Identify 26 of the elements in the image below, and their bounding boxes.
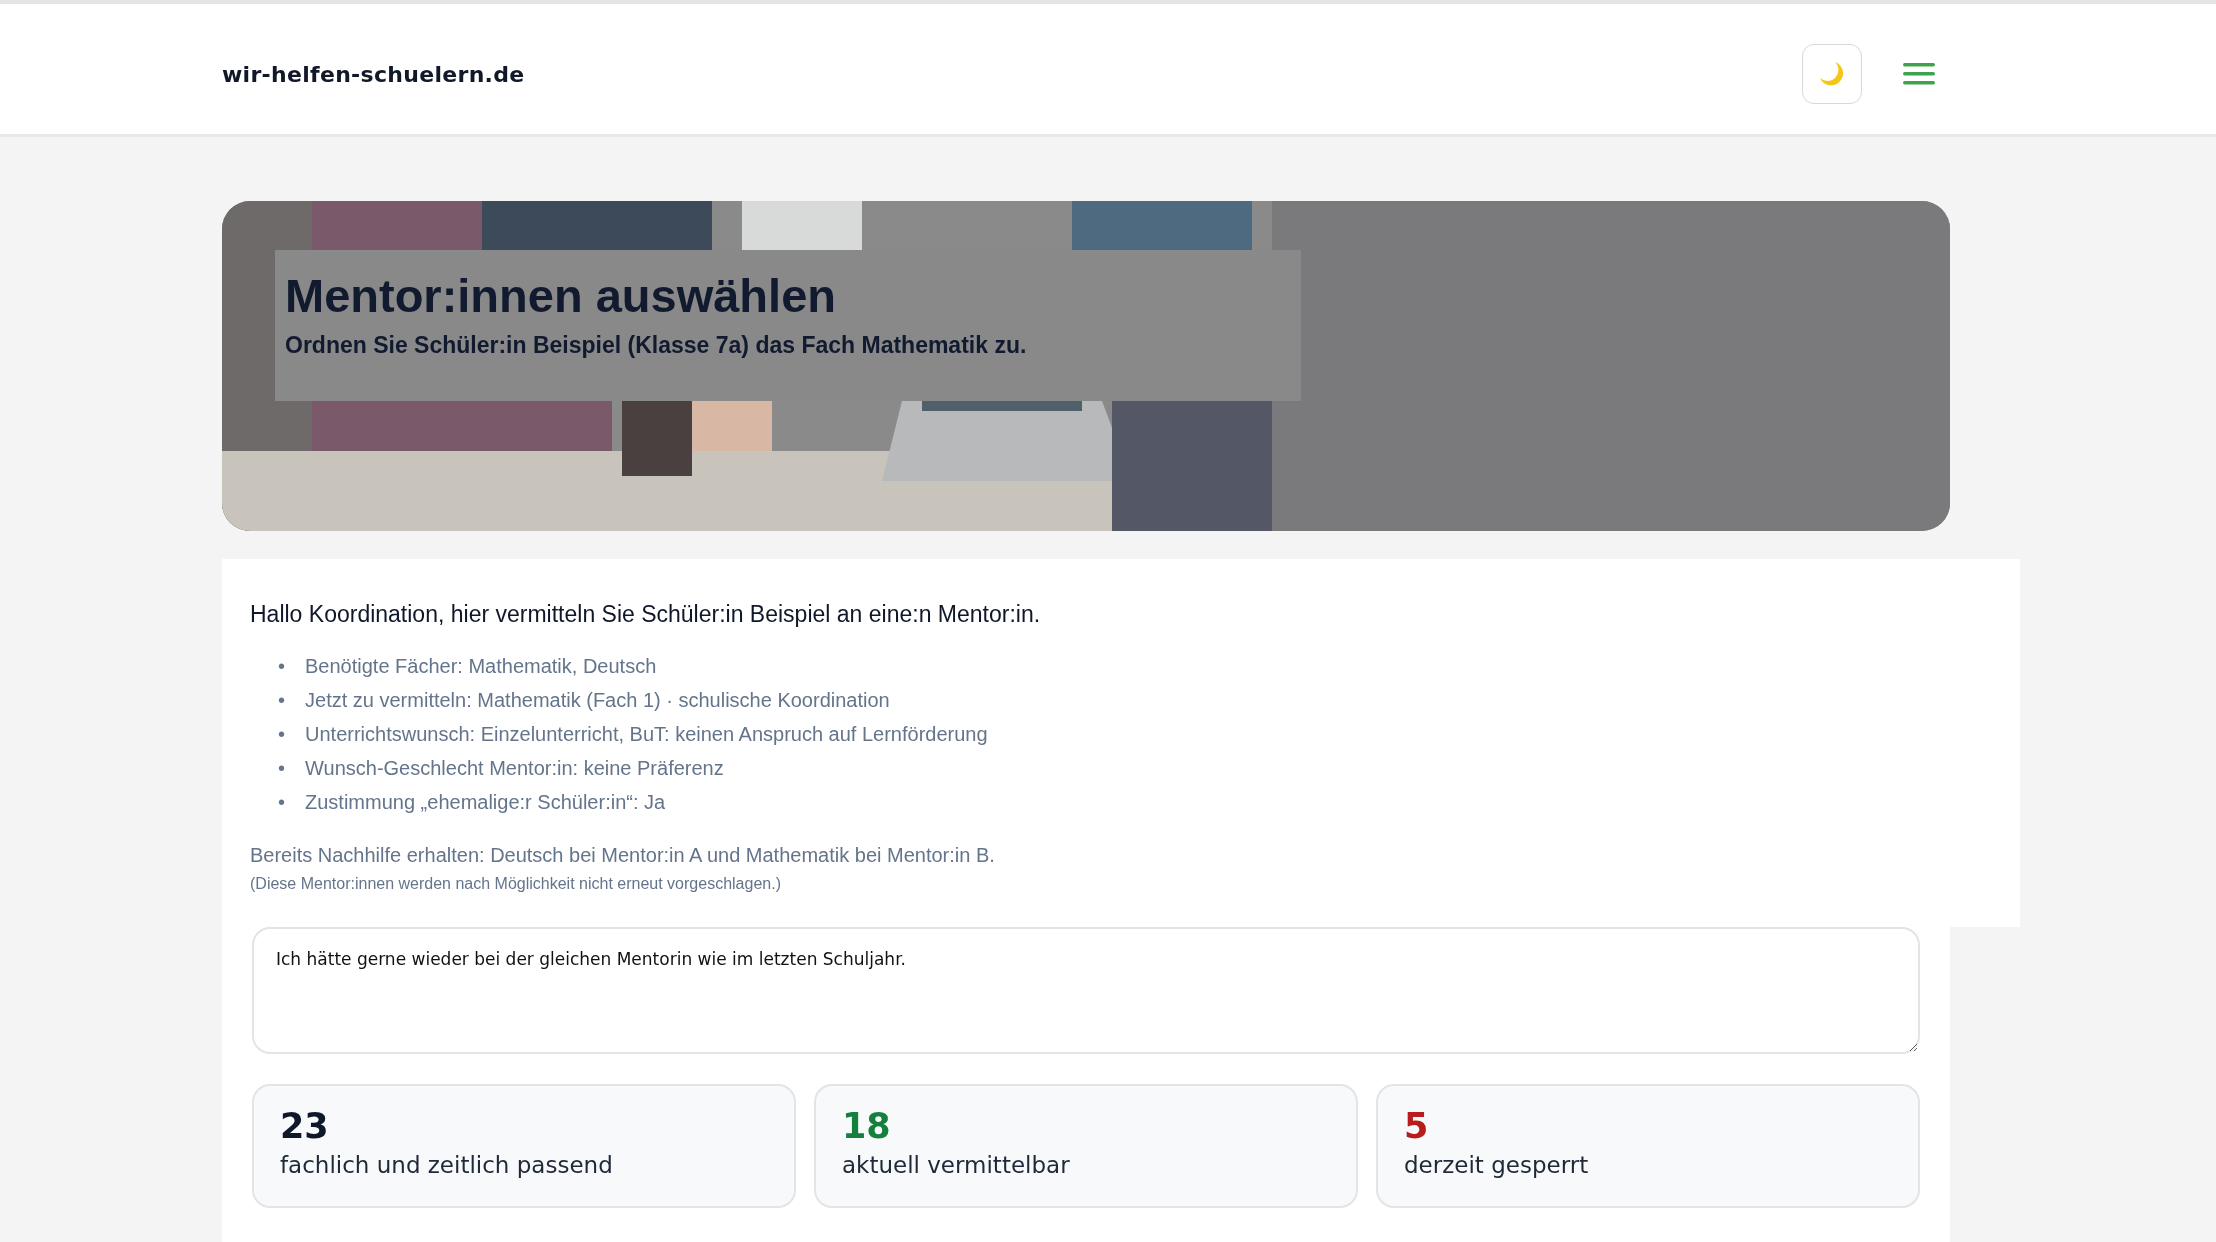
bullet-icon: • <box>278 654 285 678</box>
stat-value: 23 <box>280 1106 329 1146</box>
stat-label: fachlich und zeitlich passend <box>280 1152 613 1178</box>
menu-button[interactable] <box>1902 61 1936 87</box>
stat-value: 5 <box>1404 1106 1429 1146</box>
detail-item: Jetzt zu vermitteln: Mathematik (Fach 1) · schulische Koordination <box>305 688 890 712</box>
wish-textarea[interactable]: Ich hätte gerne wieder bei der gleichen Mentorin wie im letzten Schuljahr. <box>252 927 1920 1054</box>
bullet-icon: • <box>278 688 285 712</box>
stat-label: derzeit gesperrt <box>1404 1152 1589 1178</box>
stat-value: 18 <box>842 1106 891 1146</box>
previous-tutoring-text: Bereits Nachhilfe erhalten: Deutsch bei Mentor:in A und Mathematik bei Mentor:in B. <box>250 844 996 867</box>
detail-item: Unterrichtswunsch: Einzelunterricht, BuT: keinen Anspruch auf Lernförderung <box>305 722 988 746</box>
stat-label: aktuell vermittelbar <box>842 1152 1070 1178</box>
hint-text: (Diese Mentor:innen werden nach Möglichkeit nicht erneut vorgeschlagen.) <box>250 875 782 893</box>
page-title: Mentor:innen auswählen <box>285 268 837 324</box>
greeting-text: Hallo Koordination, hier vermitteln Sie Schüler:in Beispiel an eine:n Mentor:in. <box>250 601 1042 628</box>
detail-item: Zustimmung „ehemalige:r Schüler:in“: Ja <box>305 790 666 814</box>
bullet-icon: • <box>278 756 285 780</box>
site-logo[interactable]: wir-helfen-schuelern.de <box>222 61 525 87</box>
detail-item: Benötigte Fächer: Mathematik, Deutsch <box>305 654 657 678</box>
menu-icon <box>1902 61 1936 87</box>
page-subtitle: Ordnen Sie Schüler:in Beispiel (Klasse 7a) das Fach Mathematik zu. <box>285 332 1028 360</box>
detail-item: Wunsch-Geschlecht Mentor:in: keine Präferenz <box>305 756 724 780</box>
bullet-icon: • <box>278 722 285 746</box>
theme-toggle-button[interactable] <box>1802 44 1862 104</box>
bullet-icon: • <box>278 790 285 814</box>
